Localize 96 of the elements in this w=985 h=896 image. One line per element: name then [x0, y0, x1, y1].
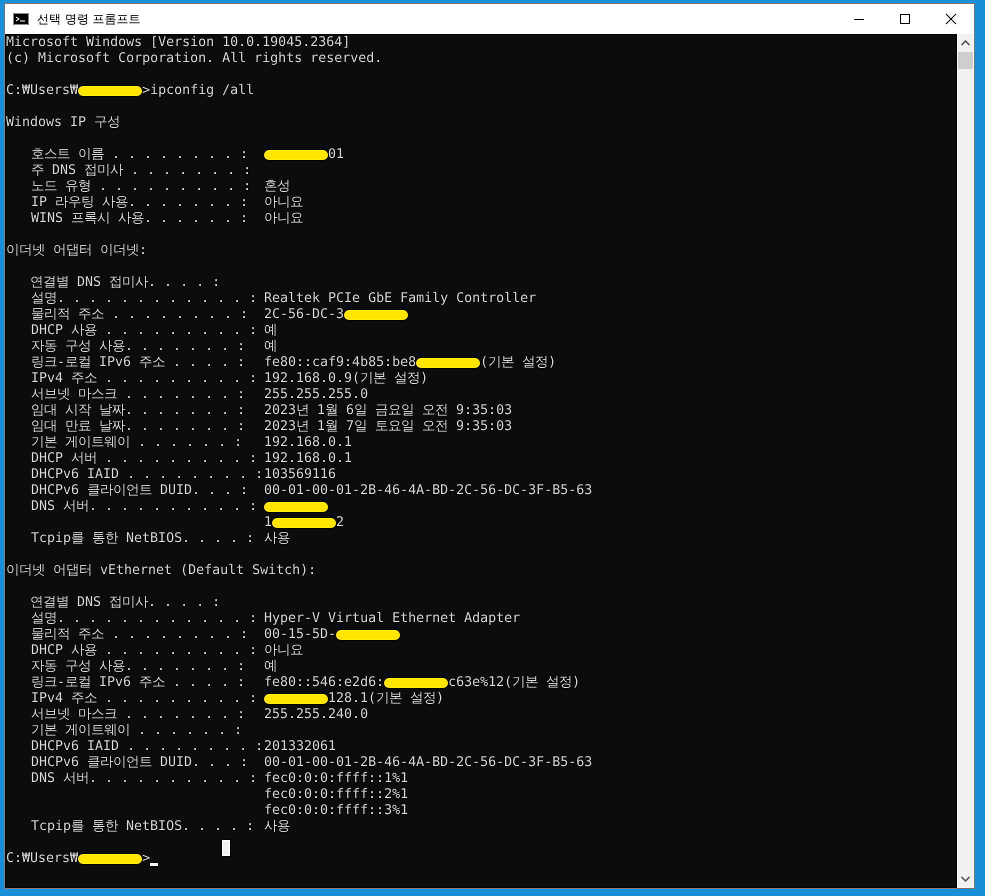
field-label: DHCP 사용 . . . . . . . . . :	[31, 323, 258, 338]
console-text: 2023년 1월 7일 토요일 오전 9:35:03	[264, 419, 512, 435]
console-text: 00-15-5D-	[264, 627, 336, 643]
redaction-mark	[78, 854, 142, 864]
scrollbar[interactable]	[957, 34, 974, 888]
console-text: fec0:0:0:ffff::3%1	[264, 803, 408, 819]
field-label: Tcpip를 통한 NetBIOS. . . . :	[31, 531, 254, 546]
console-text: 2023년 1월 6일 금요일 오전 9:35:03	[264, 403, 512, 419]
console-text: 예	[264, 339, 277, 355]
console-text: 사용	[264, 819, 290, 835]
console-text: Windows IP 구성	[6, 115, 120, 131]
field-label: IP 라우팅 사용. . . . . . . :	[31, 195, 248, 210]
console-text: 혼성	[264, 179, 290, 195]
console-text: 2C-56-DC-3	[264, 307, 344, 323]
console-text: fec0:0:0:ffff::1%1	[264, 771, 408, 787]
field-label: 자동 구성 사용. . . . . . . :	[31, 659, 246, 674]
field-label: IPv4 주소 . . . . . . . . . :	[31, 371, 258, 386]
field-label: 자동 구성 사용. . . . . . . :	[31, 339, 246, 354]
scroll-thumb[interactable]	[958, 52, 973, 69]
console-text: 192.168.0.1	[264, 451, 352, 467]
console-text: 아니요	[264, 643, 303, 659]
console-text: Microsoft Windows [Version 10.0.19045.2364]	[6, 35, 350, 51]
maximize-icon	[899, 13, 911, 25]
console-text: 01	[328, 147, 344, 163]
console-text: 연결별 DNS 접미사. . . . :	[29, 275, 220, 291]
field-label: DNS 서버. . . . . . . . . . :	[31, 771, 258, 786]
field-label: DHCPv6 클라이언트 DUID. . . :	[31, 483, 248, 498]
field-label: 기본 게이트웨이 . . . . . . :	[31, 435, 242, 450]
console-text: c63e%12(기본 설정)	[448, 675, 580, 691]
field-label: 임대 시작 날짜. . . . . . . :	[31, 403, 246, 418]
console-text: 255.255.240.0	[264, 707, 368, 723]
console-text: 201332061	[264, 739, 336, 755]
field-label: 링크-로컬 IPv6 주소 . . . . :	[31, 675, 246, 690]
scroll-up-icon[interactable]	[961, 40, 970, 46]
redaction-mark	[264, 150, 328, 160]
field-label: DHCP 서버 . . . . . . . . . :	[31, 451, 258, 466]
console-text: 2	[336, 515, 344, 531]
field-label: 설명. . . . . . . . . . . . :	[31, 611, 258, 626]
field-label: 설명. . . . . . . . . . . . :	[31, 291, 258, 306]
console-text: 이더넷 어댑터 이더넷:	[6, 243, 148, 259]
console-text: 128.1(기본 설정)	[328, 691, 444, 707]
console-text: >	[142, 851, 150, 867]
console-text: 1	[264, 515, 272, 531]
console-text: (c) Microsoft Corporation. All rights reserved.	[6, 51, 382, 67]
redaction-mark	[78, 86, 142, 96]
redaction-mark	[384, 678, 448, 688]
close-icon	[945, 13, 957, 25]
console-text: 255.255.255.0	[264, 387, 368, 403]
redaction-mark	[336, 630, 400, 640]
scroll-down-icon[interactable]	[961, 876, 970, 882]
console-text: 아니요	[264, 195, 303, 211]
console-text: >ipconfig /all	[142, 83, 254, 99]
redaction-mark	[264, 502, 328, 512]
console-text: 192.168.0.9(기본 설정)	[264, 371, 428, 387]
field-label: DNS 서버. . . . . . . . . . :	[31, 499, 258, 514]
console-text: 예	[264, 323, 277, 339]
redaction-mark	[416, 358, 480, 368]
redaction-mark	[264, 694, 328, 704]
console-text: (기본 설정)	[480, 355, 556, 371]
redaction-mark	[272, 518, 336, 528]
console-text: C:₩Users₩	[6, 83, 78, 99]
redaction-mark	[344, 310, 408, 320]
console-text: Realtek PCIe GbE Family Controller	[264, 291, 536, 307]
console-text: fec0:0:0:ffff::2%1	[264, 787, 408, 803]
field-label: 서브넷 마스크 . . . . . . . :	[31, 707, 246, 722]
field-label: 링크-로컬 IPv6 주소 . . . . :	[31, 355, 246, 370]
console-text: 연결별 DNS 접미사. . . . :	[29, 595, 220, 611]
field-label: WINS 프록시 사용. . . . . . :	[31, 211, 248, 226]
field-label: 서브넷 마스크 . . . . . . . :	[31, 387, 246, 402]
console-text: Hyper-V Virtual Ethernet Adapter	[264, 611, 520, 627]
field-label: DHCPv6 IAID . . . . . . . . :	[31, 739, 264, 754]
field-label: DHCPv6 클라이언트 DUID. . . :	[31, 755, 248, 770]
field-label: 물리적 주소 . . . . . . . . :	[31, 627, 248, 642]
console-text: 00-01-00-01-2B-46-4A-BD-2C-56-DC-3F-B5-63	[264, 483, 592, 499]
field-label: 기본 게이트웨이 . . . . . . :	[31, 723, 242, 738]
console-text: C:₩Users₩	[6, 851, 78, 867]
field-label: DHCP 사용 . . . . . . . . . :	[31, 643, 258, 658]
field-label: 노드 유형 . . . . . . . . . :	[31, 179, 252, 194]
console-text: 사용	[264, 531, 290, 547]
console-text: fe80::caf9:4b85:be8	[264, 355, 416, 371]
console-text: 192.168.0.1	[264, 435, 352, 451]
field-label: Tcpip를 통한 NetBIOS. . . . :	[31, 819, 254, 834]
field-label: 호스트 이름 . . . . . . . . :	[31, 147, 248, 162]
window-title: 선택 명령 프롬프트	[37, 10, 141, 28]
field-label: 물리적 주소 . . . . . . . . :	[31, 307, 248, 322]
console-text: 00-01-00-01-2B-46-4A-BD-2C-56-DC-3F-B5-63	[264, 755, 592, 771]
console-text: 아니요	[264, 211, 303, 227]
field-label: DHCPv6 IAID . . . . . . . . :	[31, 467, 264, 482]
field-label: IPv4 주소 . . . . . . . . . :	[31, 691, 258, 706]
console-text: 이더넷 어댑터 vEthernet (Default Switch):	[6, 563, 316, 579]
console-text: 103569116	[264, 467, 336, 483]
field-label: 주 DNS 접미사 . . . . . . . :	[31, 163, 252, 178]
console-text: fe80::546:e2d6:	[264, 675, 384, 691]
terminal-icon	[13, 13, 29, 25]
field-label: 임대 만료 날짜. . . . . . . :	[31, 419, 246, 434]
console-text: 예	[264, 659, 277, 675]
